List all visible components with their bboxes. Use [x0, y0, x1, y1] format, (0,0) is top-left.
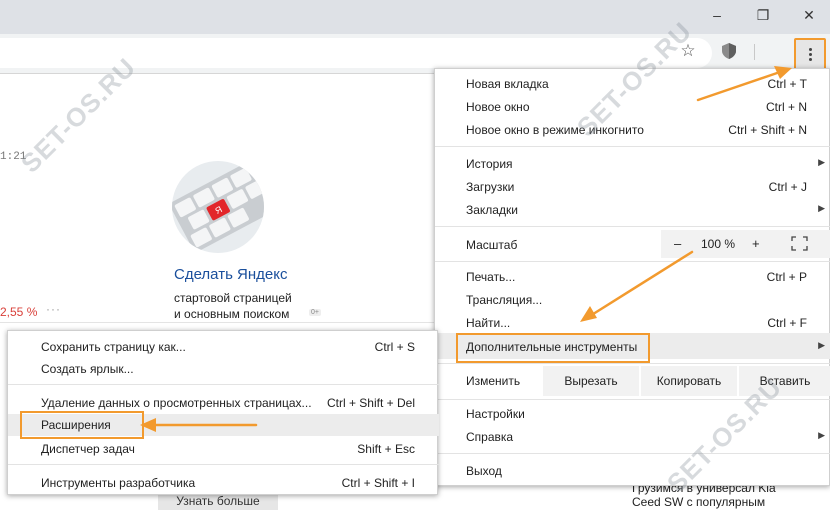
submenu-item-save-page[interactable]: Сохранить страницу как... Ctrl + S [8, 336, 439, 358]
title-bar: – ❐ ✕ [0, 0, 830, 34]
page-divider [0, 322, 434, 323]
zoom-label: Масштаб [466, 238, 518, 252]
extensions-highlight [20, 411, 144, 439]
shield-icon[interactable] [721, 42, 737, 60]
submenu-item-task-manager[interactable]: Диспетчер задач Shift + Esc [8, 438, 439, 460]
submenu-arrow-icon: ▶ [818, 203, 825, 213]
page-percent: 2,55 % [0, 305, 38, 319]
page-more-dots[interactable]: ··· [46, 302, 61, 316]
close-button[interactable]: ✕ [786, 0, 830, 30]
menu-separator [8, 464, 439, 465]
zoom-level: 100 % [701, 237, 736, 251]
menu-item-cast[interactable]: Трансляция... [435, 289, 830, 311]
menu-separator [8, 384, 439, 385]
browser-menu-button[interactable] [794, 38, 826, 70]
menu-item-help[interactable]: Справка ▶ [435, 426, 830, 448]
submenu-item-devtools[interactable]: Инструменты разработчика Ctrl + Shift + … [8, 472, 439, 494]
promo-text-line1: стартовой страницей [174, 291, 292, 305]
more-tools-submenu: Сохранить страницу как... Ctrl + S Созда… [7, 330, 439, 495]
menu-item-find[interactable]: Найти... Ctrl + F [435, 312, 830, 334]
browser-main-menu: Новая вкладка Ctrl + T Новое окно Ctrl +… [434, 68, 830, 486]
toolbar-separator [754, 44, 755, 60]
menu-zoom-row: Масштаб – 100 % + [435, 230, 830, 258]
zoom-out-button[interactable]: – [674, 236, 681, 251]
menu-item-print[interactable]: Печать... Ctrl + P [435, 266, 830, 288]
submenu-item-create-shortcut[interactable]: Создать ярлык... [8, 358, 439, 380]
menu-separator [435, 363, 830, 364]
copy-button[interactable]: Копировать [641, 366, 737, 396]
minimize-button[interactable]: – [694, 0, 740, 30]
keyboard-illustration: Я [172, 161, 264, 253]
menu-separator [435, 146, 830, 147]
menu-separator [435, 226, 830, 227]
submenu-arrow-icon: ▶ [818, 340, 825, 350]
age-rating-badge: 0+ [309, 309, 321, 316]
menu-item-bookmarks[interactable]: Закладки ▶ [435, 199, 830, 221]
menu-item-downloads[interactable]: Загрузки Ctrl + J [435, 176, 830, 198]
menu-separator [435, 261, 830, 262]
promo-text-line2: и основным поиском [174, 307, 290, 321]
submenu-arrow-icon: ▶ [818, 430, 825, 440]
submenu-arrow-icon: ▶ [818, 157, 825, 167]
fullscreen-icon[interactable] [791, 236, 808, 251]
menu-separator [435, 453, 830, 454]
zoom-in-button[interactable]: + [752, 236, 760, 251]
menu-item-exit[interactable]: Выход [435, 460, 830, 482]
kebab-menu-icon [808, 47, 812, 51]
promo-title-link[interactable]: Сделать Яндекс [174, 266, 288, 283]
cut-button[interactable]: Вырезать [543, 366, 639, 396]
keyboard-icon: Я [172, 161, 264, 253]
menu-item-incognito[interactable]: Новое окно в режиме инкогнито Ctrl + Shi… [435, 119, 830, 141]
menu-item-history[interactable]: История ▶ [435, 153, 830, 175]
edit-label: Изменить [466, 374, 521, 388]
menu-item-more-tools[interactable]: Дополнительные инструменты ▶ [435, 333, 830, 363]
maximize-button[interactable]: ❐ [740, 0, 786, 30]
zoom-controls: – 100 % + [661, 230, 830, 258]
